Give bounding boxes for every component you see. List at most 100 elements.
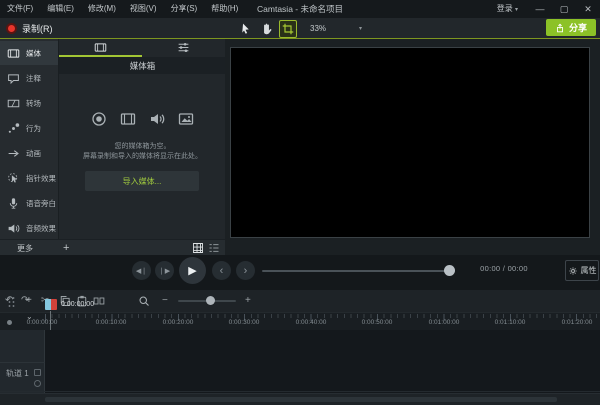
panel-footer: 更多 +	[0, 239, 225, 256]
split-button[interactable]	[93, 295, 105, 307]
time-display: 00:00 / 00:00	[462, 264, 546, 273]
canvas-zoom-value: 33%	[310, 24, 326, 33]
add-track-button[interactable]: +	[26, 296, 32, 306]
maximize-button[interactable]: ▢	[552, 0, 576, 18]
sidebar-item-label: 动画	[26, 148, 41, 159]
step-back-button[interactable]: ◀❘	[132, 261, 151, 280]
sidebar-item-media[interactable]: 媒体	[0, 41, 58, 65]
sidebar-item-audio-effects[interactable]: 音频效果	[0, 216, 58, 240]
scrubber-track[interactable]	[262, 270, 455, 272]
crop-icon	[282, 23, 294, 35]
select-tool-button[interactable]	[237, 20, 253, 36]
canvas-zoom-dropdown[interactable]: 33% ▾	[305, 20, 367, 36]
sidebar-item-behaviors[interactable]: 行为	[0, 116, 58, 140]
ruler-label: 0:00:40:00	[296, 319, 327, 326]
horizontal-scrollbar[interactable]	[0, 393, 600, 405]
timeline-zoom-handle[interactable]	[206, 296, 215, 305]
timeline-tracks-area[interactable]: 轨道 1	[0, 330, 600, 393]
preview-canvas[interactable]	[230, 47, 590, 238]
playhead-time-label: 0:00:00:00	[61, 301, 94, 308]
menu-view[interactable]: 视图(V)	[123, 0, 164, 18]
track-name-label: 轨道 1	[6, 368, 29, 379]
properties-label: 属性	[581, 265, 597, 276]
list-view-button[interactable]	[208, 242, 220, 254]
record-button[interactable]: 录制(R)	[6, 20, 53, 36]
share-export-icon	[555, 23, 565, 33]
chevron-left-icon: ‹	[220, 265, 224, 277]
filmstrip-icon	[94, 41, 107, 54]
ruler-label: 0:00:30:00	[229, 319, 260, 326]
empty-state-title: 您的媒体箱为空。	[59, 141, 226, 151]
sidebar-item-animations[interactable]: 动画	[0, 141, 58, 165]
crop-tool-button[interactable]	[279, 20, 297, 38]
play-button[interactable]: ▶	[179, 257, 206, 284]
filmstrip-icon	[120, 111, 136, 127]
timeline-zoom-out-button[interactable]: −	[162, 294, 168, 307]
import-media-button[interactable]: 导入媒体...	[85, 171, 199, 191]
playhead-out-handle[interactable]	[51, 299, 57, 310]
track-lock-icon[interactable]	[34, 369, 41, 376]
menu-edit[interactable]: 编辑(E)	[40, 0, 81, 18]
sidebar-item-label: 指针效果	[26, 173, 56, 184]
timeline-zoom-in-button[interactable]: +	[245, 294, 251, 307]
share-button[interactable]: 分享	[546, 19, 596, 36]
jump-forward-button[interactable]: ›	[236, 261, 255, 280]
menu-help[interactable]: 帮助(H)	[204, 0, 245, 18]
add-tab-button[interactable]: +	[63, 241, 69, 255]
scrubber-handle[interactable]	[444, 265, 455, 276]
tools-sidebar: 媒体 注释 转场 行为 动画	[0, 39, 58, 239]
microphone-icon	[7, 197, 20, 210]
ruler-label: 0:01:00:00	[429, 319, 460, 326]
tab-media-bin[interactable]	[59, 39, 142, 56]
ruler-label: 0:00:10:00	[96, 319, 127, 326]
sidebar-item-label: 转场	[26, 98, 41, 109]
time-separator: /	[503, 264, 505, 273]
sidebar-item-voice-narration[interactable]: 语音旁白	[0, 191, 58, 215]
sidebar-item-label: 媒体	[26, 48, 41, 59]
track-visibility-icon[interactable]	[34, 380, 41, 387]
login-button[interactable]: 登录 ▾	[497, 0, 518, 19]
tab-properties[interactable]	[142, 39, 225, 56]
gutter-divider	[0, 362, 45, 363]
properties-button[interactable]: 属性	[565, 260, 599, 281]
track-lane-divider	[0, 391, 600, 392]
ruler-label: 0:01:20:00	[562, 319, 593, 326]
horizontal-scrollbar-thumb[interactable]	[45, 397, 557, 402]
sidebar-item-transitions[interactable]: 转场	[0, 91, 58, 115]
close-button[interactable]: ✕	[576, 0, 600, 18]
gutter-drag-handle-icon	[8, 296, 15, 308]
ruler-label: 0:01:10:00	[495, 319, 526, 326]
total-time: 00:00	[508, 264, 528, 273]
main-toolbar	[0, 18, 600, 39]
speaker-icon	[7, 222, 20, 235]
minimize-button[interactable]: —	[528, 0, 552, 18]
grid-view-button[interactable]	[192, 242, 204, 254]
behaviors-icon	[7, 122, 20, 135]
sidebar-item-label: 语音旁白	[26, 198, 56, 209]
menu-modify[interactable]: 修改(M)	[81, 0, 123, 18]
more-tabs-button[interactable]: 更多	[17, 243, 33, 254]
pan-tool-button[interactable]	[258, 20, 274, 36]
ruler-label: 0:00:20:00	[163, 319, 194, 326]
sidebar-item-label: 注释	[26, 73, 41, 84]
menu-share[interactable]: 分享(S)	[164, 0, 205, 18]
sidebar-item-cursor-effects[interactable]: 指针效果	[0, 166, 58, 190]
record-circle-icon	[91, 111, 107, 127]
sidebar-item-label: 行为	[26, 123, 41, 134]
menu-file[interactable]: 文件(F)	[0, 0, 40, 18]
filmstrip-icon	[7, 47, 20, 60]
collapse-tracks-button[interactable]: ⌄	[26, 313, 33, 321]
chevron-down-icon: ▾	[515, 7, 518, 13]
image-icon	[178, 111, 194, 127]
login-label: 登录	[497, 4, 513, 13]
share-label: 分享	[569, 21, 587, 34]
playback-bar: ◀❘ ❘▶ ▶ ‹ › 00:00 / 00:00 属性	[0, 255, 600, 290]
timeline-ruler[interactable]: 0:00:00:00 0:00:10:00 0:00:20:00 0:00:30…	[0, 312, 600, 331]
step-back-icon: ◀❘	[136, 267, 147, 275]
jump-back-button[interactable]: ‹	[212, 261, 231, 280]
record-label: 录制(R)	[22, 22, 53, 35]
sidebar-item-annotations[interactable]: 注释	[0, 66, 58, 90]
step-forward-button[interactable]: ❘▶	[155, 261, 174, 280]
chevron-right-icon: ›	[244, 265, 248, 277]
empty-state-icons	[59, 111, 226, 127]
